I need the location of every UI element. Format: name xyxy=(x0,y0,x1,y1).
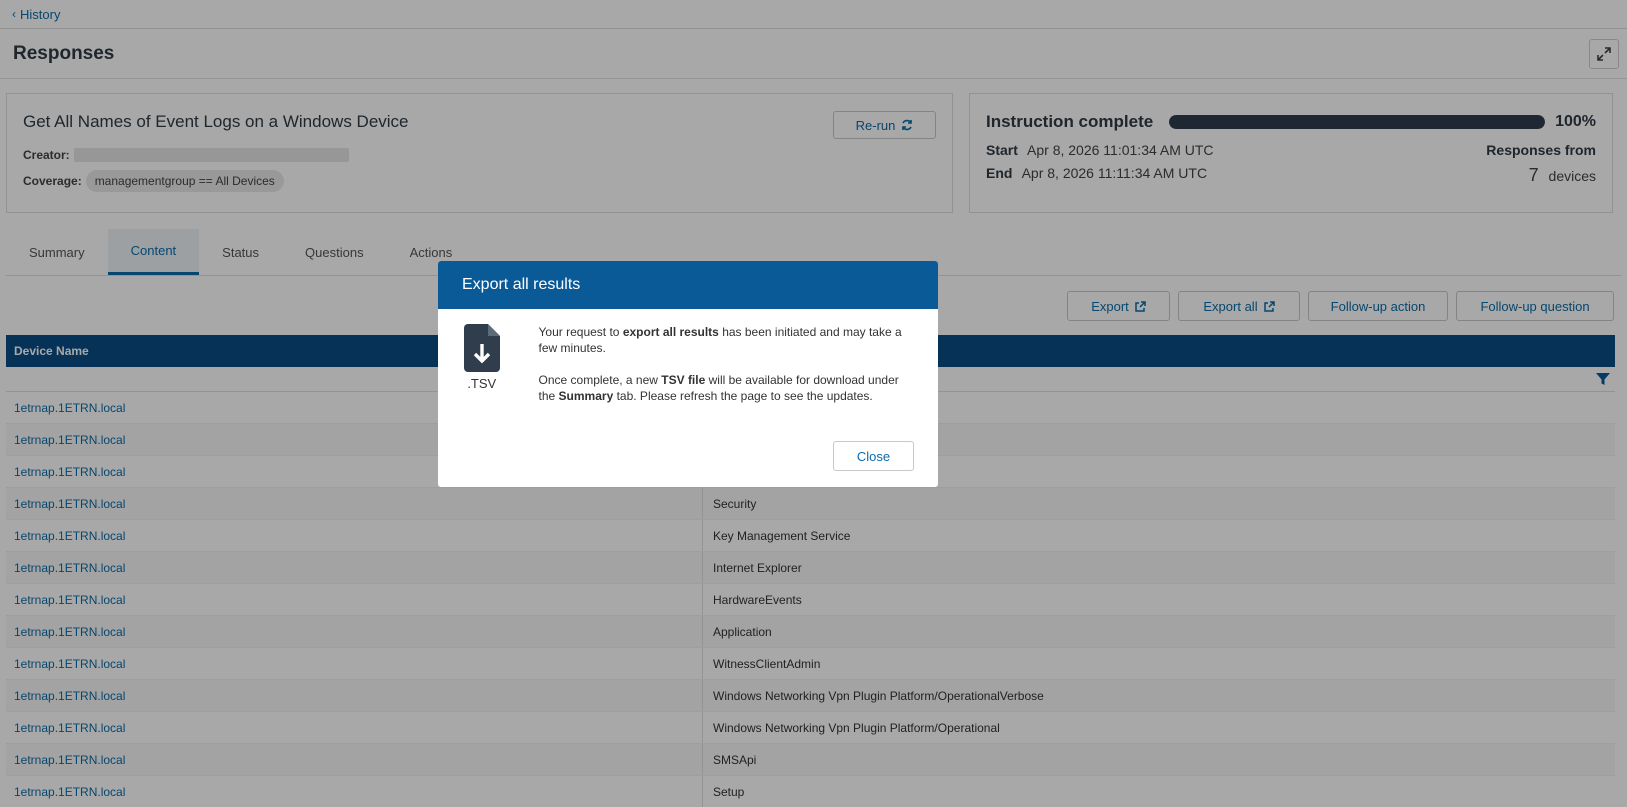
tsv-file: .TSV xyxy=(462,324,502,420)
modal-title: Export all results xyxy=(438,261,938,309)
file-ext-label: .TSV xyxy=(467,376,497,391)
export-modal: Export all results .TSV Your request to … xyxy=(438,261,938,487)
close-button[interactable]: Close xyxy=(833,441,914,471)
file-download-icon xyxy=(463,324,500,372)
modal-paragraph-1: Your request to export all results has b… xyxy=(538,325,902,355)
modal-message: Your request to export all results has b… xyxy=(539,324,914,420)
modal-paragraph-2: Once complete, a new TSV file will be av… xyxy=(538,373,899,403)
